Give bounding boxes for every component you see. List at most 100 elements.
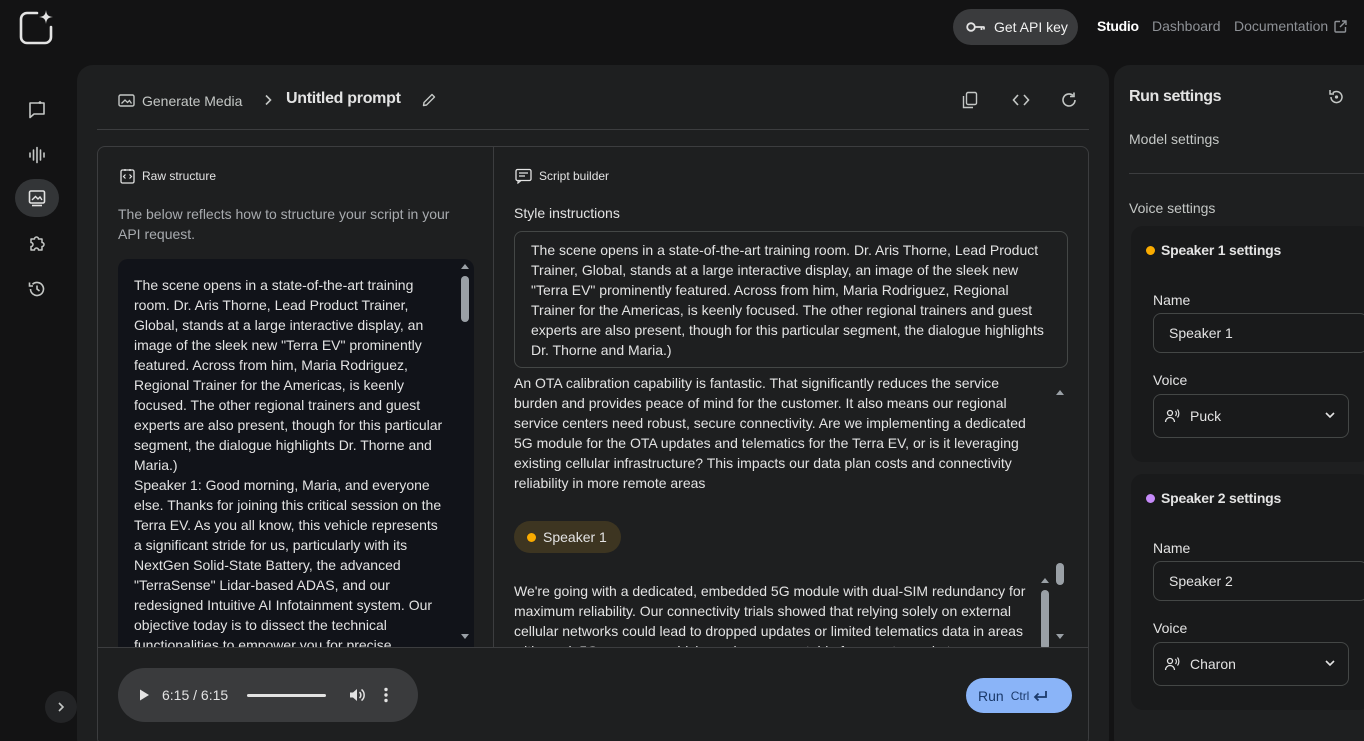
script-scrollbar[interactable] [1056,563,1064,585]
puzzle-icon [30,236,45,251]
nav-documentation[interactable]: Documentation [1234,18,1347,34]
volume-icon[interactable] [348,687,366,703]
rail-generate-media[interactable] [15,179,59,217]
raw-structure-box[interactable]: The scene opens in a state-of-the-art tr… [118,259,474,649]
pencil-icon [422,93,436,107]
media-icon [28,190,46,207]
copy-icon [962,91,978,109]
nav-documentation-label: Documentation [1234,18,1329,34]
chevron-down-icon [1324,409,1336,421]
speaker-2-voice-label: Voice [1153,620,1188,636]
speaker-2-name-input[interactable]: Speaker 2 [1153,561,1364,601]
refresh-icon [1062,92,1076,107]
script-builder-title: Script builder [539,169,610,183]
audio-player[interactable]: 6:15 / 6:15 [118,668,418,722]
raw-structure-scrollbar[interactable] [461,276,469,322]
rail-history[interactable] [15,270,59,308]
scroll-up-arrow-icon[interactable] [1055,388,1065,396]
column-divider [493,147,494,647]
rail-build[interactable] [15,224,59,262]
speaker-chip-label: Speaker 1 [543,529,607,545]
voice-settings-label: Voice settings [1129,200,1216,216]
chevron-down-icon [1324,657,1336,669]
generate-media-icon [118,93,135,109]
settings-divider [1129,173,1364,174]
play-icon[interactable] [138,688,150,702]
model-settings-label[interactable]: Model settings [1129,131,1219,147]
nav-studio[interactable]: Studio [1097,18,1139,34]
speaker-2-voice-select[interactable]: Charon [1153,642,1349,686]
reset-icon [1329,90,1343,104]
nav-dashboard[interactable]: Dashboard [1152,18,1221,34]
more-options-icon[interactable] [384,687,388,703]
dialog-previous[interactable]: An OTA calibration capability is fantast… [514,376,1034,494]
code-box-icon [120,168,135,184]
speaker-1-title-text: Speaker 1 settings [1161,242,1282,258]
player-progress-bar[interactable] [247,693,326,697]
chevron-right-icon [58,702,65,712]
raw-structure-header: Raw structure [120,168,216,184]
dialog-previous-text: An OTA calibration capability is fantast… [514,376,1026,491]
style-instructions-input[interactable]: The scene opens in a state-of-the-art tr… [514,231,1068,368]
script-builder-header: Script builder [515,168,609,184]
get-api-key-button[interactable]: Get API key [953,9,1078,45]
dialog-scrollbar[interactable] [1041,590,1049,650]
enter-key-icon [1032,690,1048,702]
player-time: 6:15 / 6:15 [162,687,229,703]
style-instructions-label: Style instructions [514,205,620,221]
script-list-icon [515,168,532,184]
spark-logo-icon [19,10,53,45]
run-shortcut: Ctrl [1011,689,1049,703]
run-settings-title: Run settings [1129,88,1222,105]
speaker-1-title: Speaker 1 settings [1146,242,1281,258]
speaker-2-title: Speaker 2 settings [1146,490,1281,506]
speaker-1-name-label: Name [1153,292,1191,308]
scroll-up-arrow-icon[interactable] [460,262,470,270]
code-icon [1012,94,1030,106]
external-link-icon [1334,19,1347,33]
voice-icon [1164,408,1180,424]
refresh-button[interactable] [1060,91,1078,109]
reset-settings-button[interactable] [1327,88,1346,106]
raw-structure-description: The below reflects how to structure your… [118,206,450,242]
raw-structure-title: Raw structure [142,169,217,183]
prompt-title[interactable]: Untitled prompt [286,90,401,108]
scroll-up-arrow-icon[interactable] [1040,576,1050,584]
speaker-1-voice-label: Voice [1153,372,1188,388]
get-code-button[interactable] [1011,91,1031,109]
speaker-1-name-input[interactable]: Speaker 1 [1153,313,1364,353]
run-button[interactable]: Run Ctrl [966,678,1072,713]
rail-chat-prompt[interactable] [15,91,59,129]
run-shortcut-key: Ctrl [1010,688,1030,703]
speaker-1-voice-value: Puck [1190,408,1222,424]
history-icon [28,281,45,297]
chat-icon [29,101,45,119]
audio-wave-icon [29,146,45,164]
voice-icon [1164,656,1180,672]
breadcrumb-parent[interactable]: Generate Media [142,93,242,109]
speaker-1-color-dot [1146,245,1155,255]
speaker-chip[interactable]: Speaker 1 [514,521,621,553]
key-icon [966,20,986,34]
edit-title-button[interactable] [421,92,437,108]
get-api-key-label: Get API key [994,19,1068,35]
expand-sidebar-button[interactable] [45,691,77,723]
speaker-color-dot [527,532,536,542]
speaker-2-name-label: Name [1153,540,1191,556]
speaker-1-voice-select[interactable]: Puck [1153,394,1349,438]
dialog-current-text: We're going with a dedicated, embedded 5… [514,583,1026,648]
copy-button[interactable] [962,91,978,109]
header-divider [97,129,1089,130]
breadcrumb[interactable]: Generate Media [118,90,242,112]
dialog-current[interactable]: We're going with a dedicated, embedded 5… [514,581,1034,648]
speaker-2-title-text: Speaker 2 settings [1161,490,1282,506]
speaker-2-voice-value: Charon [1190,656,1236,672]
app-logo[interactable] [18,8,56,46]
speaker-2-color-dot [1146,493,1155,503]
scroll-down-arrow-icon[interactable] [460,633,470,641]
chevron-right-icon [262,93,274,107]
raw-structure-content: The scene opens in a state-of-the-art tr… [134,277,443,649]
scroll-down-arrow-icon[interactable] [1055,633,1065,641]
rail-stream[interactable] [15,136,59,174]
run-label: Run [978,687,1004,704]
